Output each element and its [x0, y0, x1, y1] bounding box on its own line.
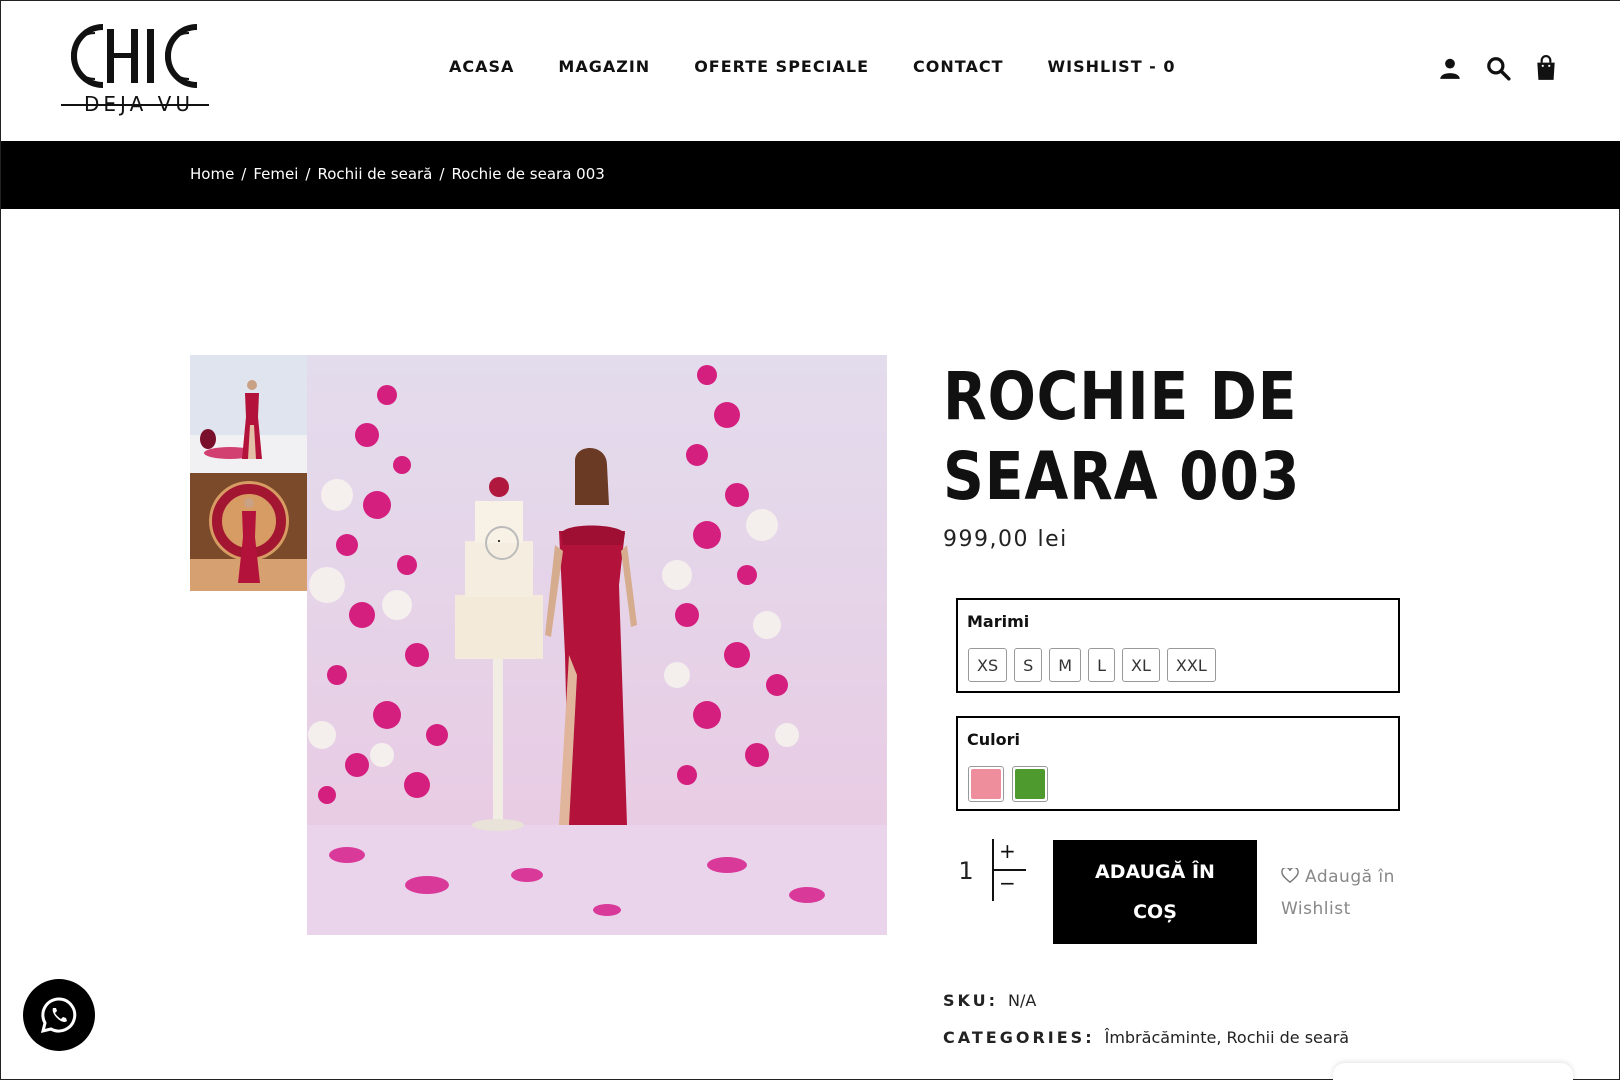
category-link-rochii-de-seara[interactable]: Rochii de seară: [1227, 1028, 1350, 1047]
breadcrumb-separator: /: [439, 165, 445, 183]
site-header: DEJA VU ACASA MAGAZIN OFERTE SPECIALE CO…: [1, 1, 1620, 141]
thumbnail-1[interactable]: [190, 355, 308, 473]
add-to-cart-label-line2: COȘ: [1133, 901, 1177, 923]
wishlist-label-line1: Adaugă în: [1305, 867, 1395, 887]
heart-icon: [1281, 863, 1299, 884]
color-selector: Culori: [956, 716, 1400, 811]
product-title-line2: SEARA 003: [943, 438, 1301, 515]
size-label: Marimi: [967, 612, 1030, 631]
logo-mark: DEJA VU: [61, 24, 209, 116]
add-to-cart-label-line1: ADAUGĂ ÎN: [1095, 861, 1215, 883]
product-categories: CATEGORIES: Îmbrăcăminte, Rochii de seară: [943, 1028, 1349, 1047]
product-main-image[interactable]: [307, 355, 887, 935]
size-selector: Marimi XS S M L XL XXL: [956, 598, 1400, 693]
search-icon[interactable]: [1485, 55, 1511, 81]
nav-item-oferte-speciale[interactable]: OFERTE SPECIALE: [694, 57, 869, 76]
chat-widget-tab[interactable]: [1333, 1063, 1573, 1080]
category-link-imbracaminte[interactable]: Îmbrăcăminte: [1105, 1028, 1217, 1047]
brand-logo[interactable]: DEJA VU: [59, 19, 219, 119]
breadcrumb-separator: /: [305, 165, 311, 183]
wishlist-label-line2: Wishlist: [1281, 899, 1351, 919]
breadcrumb-current: Rochie de seara 003: [451, 165, 605, 183]
whatsapp-chat-button[interactable]: [23, 979, 95, 1051]
categories-separator: ,: [1216, 1028, 1222, 1047]
color-swatch-fill: [1015, 769, 1045, 799]
breadcrumb-bar: Home / Femei / Rochii de seară / Rochie …: [1, 141, 1620, 209]
whatsapp-icon: [40, 997, 77, 1034]
color-label: Culori: [967, 730, 1020, 749]
sku-value: N/A: [1008, 991, 1037, 1010]
size-option-s[interactable]: S: [1014, 648, 1043, 682]
product-sku: SKU: N/A: [943, 991, 1036, 1010]
product-price: 999,00 lei: [943, 527, 1068, 552]
color-swatch-pink[interactable]: [968, 766, 1004, 802]
quantity-input[interactable]: [953, 857, 979, 885]
size-option-xl[interactable]: XL: [1122, 648, 1160, 682]
quantity-increase-button[interactable]: +: [999, 839, 1016, 863]
nav-item-wishlist[interactable]: WISHLIST - 0: [1048, 57, 1176, 76]
size-option-m[interactable]: M: [1049, 648, 1082, 682]
color-swatch-green[interactable]: [1012, 766, 1048, 802]
product-thumbnails: [190, 355, 308, 591]
header-actions: [1437, 55, 1559, 81]
add-to-cart-button[interactable]: ADAUGĂ ÎN COȘ: [1053, 840, 1257, 944]
nav-item-contact[interactable]: CONTACT: [913, 57, 1003, 76]
product-title: ROCHIE DE SEARA 003: [943, 357, 1304, 517]
color-swatch-fill: [971, 769, 1001, 799]
breadcrumb-femei[interactable]: Femei: [253, 165, 298, 183]
main-nav: ACASA MAGAZIN OFERTE SPECIALE CONTACT WI…: [449, 57, 1220, 76]
add-to-wishlist-link[interactable]: Adaugă în Wishlist: [1281, 861, 1431, 925]
breadcrumb-separator: /: [241, 165, 247, 183]
size-option-xxl[interactable]: XXL: [1166, 648, 1216, 682]
sku-label: SKU:: [943, 991, 999, 1010]
breadcrumb: Home / Femei / Rochii de seară / Rochie …: [190, 165, 605, 183]
size-option-xs[interactable]: XS: [968, 648, 1008, 682]
color-options: [968, 766, 1048, 802]
quantity-decrease-button[interactable]: −: [999, 871, 1016, 895]
breadcrumb-rochii-de-seara[interactable]: Rochii de seară: [317, 165, 432, 183]
categories-label: CATEGORIES:: [943, 1028, 1095, 1047]
user-icon[interactable]: [1437, 55, 1463, 81]
shopping-bag-icon[interactable]: [1533, 55, 1559, 81]
size-options: XS S M L XL XXL: [968, 648, 1216, 682]
size-option-l[interactable]: L: [1088, 648, 1116, 682]
thumbnail-2[interactable]: [190, 473, 308, 591]
nav-item-magazin[interactable]: MAGAZIN: [558, 57, 650, 76]
breadcrumb-home[interactable]: Home: [190, 165, 234, 183]
nav-item-acasa[interactable]: ACASA: [449, 57, 514, 76]
product-title-line1: ROCHIE DE: [943, 358, 1298, 435]
